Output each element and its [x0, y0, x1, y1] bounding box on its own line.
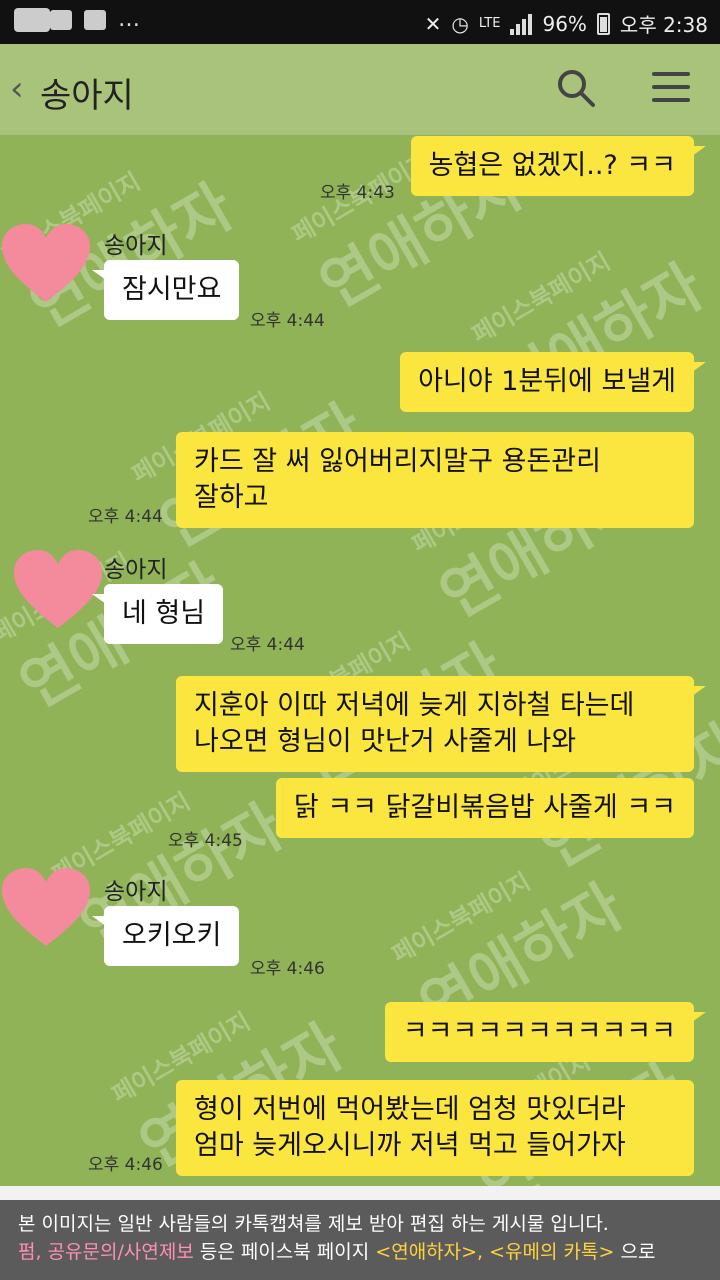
message-text: 농협은 없겠지..? ㅋㅋ — [428, 150, 676, 181]
sender-name: 송아지 — [104, 879, 168, 905]
menu-icon[interactable] — [652, 72, 690, 104]
message-bubble-outgoing[interactable]: 지훈아 이따 저녁에 늦게 지하철 타는데 나오면 형님이 맛난거 사줄게 나와 — [176, 676, 706, 772]
message-time: 오후 4:44 — [250, 311, 325, 331]
search-icon[interactable] — [556, 68, 596, 108]
battery-icon — [596, 12, 610, 35]
chat-header: ‹ 송아지 — [0, 44, 720, 136]
message-time: 오후 4:45 — [168, 831, 243, 851]
message-bubble-outgoing[interactable]: 아니야 1분뒤에 보낼게 — [400, 352, 706, 412]
status-bar: … ✕ ◷ LTE 96% 오후 2:38 — [0, 0, 720, 44]
caption-text: 등은 페이스북 페이지 — [193, 1241, 376, 1263]
message-text: 네 형님 — [122, 598, 206, 629]
message-text: 닭 ㅋㅋ 닭갈비볶음밥 사줄게 ㅋㅋ — [293, 792, 676, 823]
sender-name: 송아지 — [104, 557, 168, 583]
message-bubble-incoming[interactable]: 잠시만요 — [91, 260, 240, 320]
network-type: LTE — [478, 16, 501, 31]
message-text: 오키오키 — [122, 920, 222, 951]
message-text-line: 나오면 형님이 맛난거 사줄게 나와 — [194, 726, 577, 757]
chevron-left-icon[interactable]: ‹ — [10, 72, 24, 106]
notification-icons: … — [14, 8, 140, 32]
k-notification-icon — [84, 10, 106, 30]
message-bubble-outgoing[interactable]: 카드 잘 써 잃어버리지말구 용돈관리 잘하고 — [176, 432, 694, 528]
message-list[interactable]: 농협은 없겠지..? ㅋㅋ 오후 4:43 송아지 잠시만요 오후 4:44 아… — [0, 136, 720, 1186]
message-text-line: 잘하고 — [194, 482, 269, 513]
message-time: 오후 4:44 — [230, 635, 305, 655]
caption-line-2: 펌, 공유문의/사연제보 등은 페이스북 페이지 <연애하자>, <유메의 카톡… — [18, 1238, 702, 1266]
caption-text: 으로 — [614, 1241, 656, 1263]
message-time: 오후 4:44 — [88, 507, 163, 527]
message-text: ㅋㅋㅋㅋㅋㅋㅋㅋㅋㅋㅋ — [402, 1016, 676, 1047]
message-bubble-incoming[interactable]: 오키오키 — [91, 906, 240, 966]
more-notifications-icon: … — [118, 7, 140, 32]
message-time: 오후 4:43 — [320, 183, 395, 203]
message-text-line: 지훈아 이따 저녁에 늦게 지하철 타는데 — [194, 690, 635, 721]
message-bubble-incoming[interactable]: 네 형님 — [91, 584, 224, 644]
avatar-heart-icon[interactable] — [0, 866, 92, 950]
message-notification-icon — [14, 8, 50, 32]
message-text: 아니야 1분뒤에 보낼게 — [418, 366, 676, 397]
message-bubble-outgoing[interactable]: 닭 ㅋㅋ 닭갈비볶음밥 사줄게 ㅋㅋ — [275, 778, 694, 838]
sender-name: 송아지 — [104, 233, 168, 259]
clock: 오후 2:38 — [619, 13, 708, 37]
message-bubble-outgoing[interactable]: 형이 저번에 먹어봤는데 엄청 맛있더라 엄마 늦게오시니까 저녁 먹고 들어가… — [176, 1080, 694, 1176]
signal-icon — [510, 13, 533, 35]
battery-percent: 96% — [542, 11, 587, 36]
chat-title: 송아지 — [40, 76, 134, 116]
caption-line-1: 본 이미지는 일반 사람들의 카톡캡쳐를 제보 받아 편집 하는 게시물 입니다… — [18, 1213, 609, 1235]
message-text-line: 형이 저번에 먹어봤는데 엄청 맛있더라 — [194, 1094, 626, 1125]
message-text-line: 엄마 늦게오시니까 저녁 먹고 들어가자 — [194, 1130, 626, 1161]
message-text: 잠시만요 — [122, 274, 222, 305]
message-time: 오후 4:46 — [88, 1155, 163, 1175]
message-bubble-outgoing[interactable]: ㅋㅋㅋㅋㅋㅋㅋㅋㅋㅋㅋ — [384, 1002, 707, 1062]
caption-highlight-yellow: <연애하자>, <유메의 카톡> — [375, 1241, 615, 1263]
mute-icon: ✕ — [424, 11, 442, 36]
gallery-notification-icon — [50, 10, 72, 30]
message-bubble-outgoing[interactable]: 농협은 없겠지..? ㅋㅋ — [410, 136, 707, 196]
message-time: 오후 4:46 — [250, 959, 325, 979]
caption-overlay: 본 이미지는 일반 사람들의 카톡캡쳐를 제보 받아 편집 하는 게시물 입니다… — [0, 1200, 720, 1280]
message-text-line: 카드 잘 써 잃어버리지말구 용돈관리 — [194, 446, 601, 477]
avatar-heart-icon[interactable] — [0, 222, 92, 306]
alarm-icon: ◷ — [451, 11, 469, 36]
caption-highlight-pink: 펌, 공유문의/사연제보 — [18, 1241, 194, 1263]
system-icons: ✕ ◷ LTE 96% 오후 2:38 — [425, 9, 708, 38]
avatar-heart-icon[interactable] — [12, 548, 104, 632]
